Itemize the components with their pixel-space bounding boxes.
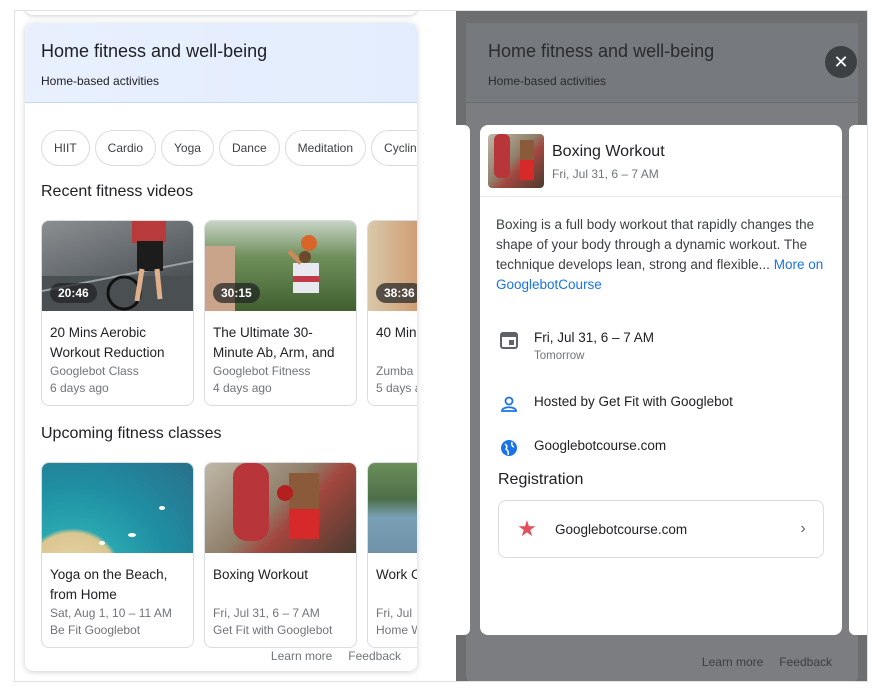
detail-date: Fri, Jul 31, 6 – 7 AM xyxy=(552,167,659,181)
star-icon: ★ xyxy=(517,516,537,541)
detail-description: Boxing is a full body workout that rapid… xyxy=(496,215,832,295)
card-title: Home fitness and well-being xyxy=(41,41,268,61)
close-button[interactable]: ✕ xyxy=(825,46,857,78)
registration-title: Registration xyxy=(498,471,584,488)
video-title: 40 Min xyxy=(376,325,417,340)
detail-title: Boxing Workout xyxy=(552,143,665,160)
class-host: Home W xyxy=(376,623,417,637)
dimmed-card-subtitle: Home-based activities xyxy=(488,74,607,88)
class-host: Get Fit with Googlebot xyxy=(213,623,333,637)
card-subtitle: Home-based activities xyxy=(41,74,160,88)
registration-button[interactable]: ★ Googlebotcourse.com › xyxy=(498,500,824,558)
video-title: The Ultimate 30-Minute Ab, Arm, and xyxy=(213,325,335,360)
class-title: Boxing Workout xyxy=(213,567,309,582)
detail-thumbnail xyxy=(488,134,544,188)
chip-cycling[interactable]: Cycling xyxy=(371,130,417,166)
calendar-icon xyxy=(496,329,522,351)
globe-icon xyxy=(496,437,522,459)
classes-section-title: Upcoming fitness classes xyxy=(41,425,222,442)
class-thumbnail xyxy=(42,463,193,553)
class-card[interactable]: Boxing Workout Fri, Jul 31, 6 – 7 AM Get… xyxy=(204,462,357,648)
video-thumbnail: 20:46 xyxy=(42,221,193,311)
video-card[interactable]: 30:15 The Ultimate 30-Minute Ab, Arm, an… xyxy=(204,220,357,406)
videos-carousel[interactable]: 20:46 20 Mins Aerobic Workout Reduction … xyxy=(41,220,417,406)
next-detail-peek[interactable] xyxy=(849,125,867,635)
boxing-image xyxy=(233,463,319,541)
videos-section-title: Recent fitness videos xyxy=(41,183,194,200)
video-title: 20 Mins Aerobic Workout Reduction xyxy=(50,325,165,360)
website-row[interactable]: Googlebotcourse.com xyxy=(496,437,666,459)
chevron-right-icon: › xyxy=(800,520,806,537)
class-host: Be Fit Googlebot xyxy=(50,623,141,637)
video-source: Zumba xyxy=(376,364,414,378)
video-thumbnail: 30:15 xyxy=(205,221,356,311)
person-icon xyxy=(496,393,522,415)
classes-carousel[interactable]: Yoga on the Beach, from Home Sat, Aug 1,… xyxy=(41,462,417,648)
description-text: Boxing is a full body workout that rapid… xyxy=(496,217,815,272)
video-age: 4 days ago xyxy=(213,381,272,395)
dimmed-card-title: Home fitness and well-being xyxy=(488,41,715,61)
boxing-image xyxy=(494,134,534,180)
host-row: Hosted by Get Fit with Googlebot xyxy=(496,393,733,415)
video-thumbnail: 38:36 xyxy=(368,221,417,311)
when-sub: Tomorrow xyxy=(534,350,585,362)
chip-cardio[interactable]: Cardio xyxy=(94,130,157,166)
feedback-link[interactable]: Feedback xyxy=(348,649,401,663)
class-thumbnail xyxy=(205,463,356,553)
previous-detail-peek[interactable] xyxy=(456,125,470,635)
host-text: Hosted by Get Fit with Googlebot xyxy=(534,394,733,409)
class-title: Yoga on the Beach, from Home xyxy=(50,567,168,602)
class-card[interactable]: Yoga on the Beach, from Home Sat, Aug 1,… xyxy=(41,462,194,648)
detail-header: Boxing Workout Fri, Jul 31, 6 – 7 AM xyxy=(480,125,842,197)
class-card[interactable]: Work C Home Fri, Jul Home W xyxy=(367,462,417,648)
card-footer: Learn more Feedback xyxy=(271,649,401,663)
when-main: Fri, Jul 31, 6 – 7 AM xyxy=(534,330,655,345)
video-source: Googlebot Class xyxy=(50,364,139,378)
video-card[interactable]: 38:36 40 Min Zumba 5 days a xyxy=(367,220,417,406)
video-duration: 30:15 xyxy=(213,283,260,303)
dimmed-feedback: Feedback xyxy=(779,655,832,669)
dimmed-footer: Learn more Feedback xyxy=(702,655,832,669)
class-title: Work C Home xyxy=(376,567,417,582)
video-age: 6 days ago xyxy=(50,381,109,395)
event-detail-card: Boxing Workout Fri, Jul 31, 6 – 7 AM Box… xyxy=(480,125,842,635)
chip-hiit[interactable]: HIIT xyxy=(41,130,90,166)
card-header: Home fitness and well-being Home-based a… xyxy=(25,23,417,103)
video-source: Googlebot Fitness xyxy=(213,364,311,378)
when-row: Fri, Jul 31, 6 – 7 AM Tomorrow xyxy=(496,329,654,365)
video-duration: 38:36 xyxy=(376,283,417,303)
video-duration: 20:46 xyxy=(50,283,97,303)
previous-card-edge xyxy=(25,11,417,15)
chip-meditation[interactable]: Meditation xyxy=(284,130,367,166)
learn-more-link[interactable]: Learn more xyxy=(271,649,332,663)
close-icon: ✕ xyxy=(833,51,849,72)
dimmed-learn-more: Learn more xyxy=(701,655,764,669)
beach-image xyxy=(99,506,165,545)
video-age: 5 days a xyxy=(376,381,417,395)
class-date: Fri, Jul xyxy=(376,606,412,620)
category-chips: HIIT Cardio Yoga Dance Meditation Cyclin… xyxy=(41,130,417,166)
class-date: Sat, Aug 1, 10 – 11 AM xyxy=(50,606,172,620)
class-date: Fri, Jul 31, 6 – 7 AM xyxy=(213,606,320,620)
screenshot-frame: Home fitness and well-being Home-based a… xyxy=(14,10,868,682)
fitness-card: Home fitness and well-being Home-based a… xyxy=(25,23,417,671)
website-text[interactable]: Googlebotcourse.com xyxy=(534,437,666,455)
registration-link: Googlebotcourse.com xyxy=(555,521,688,537)
video-card[interactable]: 20:46 20 Mins Aerobic Workout Reduction … xyxy=(41,220,194,406)
class-thumbnail xyxy=(368,463,417,553)
chip-yoga[interactable]: Yoga xyxy=(161,130,214,166)
chip-dance[interactable]: Dance xyxy=(218,130,280,166)
detail-overlay[interactable]: Home fitness and well-being Home-based a… xyxy=(456,11,867,681)
